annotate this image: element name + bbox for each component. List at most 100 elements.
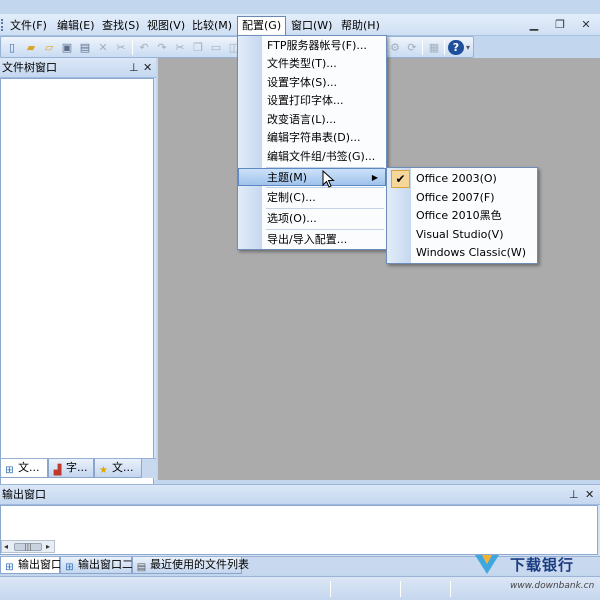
watermark-title: 下载银行 (510, 556, 575, 574)
output-panel-title: 输出窗口 ⊥ ✕ (0, 485, 600, 505)
menu-item-customize[interactable]: 定制(C)... (239, 189, 385, 207)
tab-label: 输出窗口二 (78, 558, 133, 571)
menu-view[interactable]: 视图(V) (143, 17, 189, 34)
menu-item-office-2003[interactable]: ✔ Office 2003(O) (388, 170, 536, 188)
sync-icon[interactable]: ⟳ (404, 40, 420, 55)
toolbar-separator (444, 40, 445, 55)
menu-edit[interactable]: 编辑(E) (53, 17, 99, 34)
menu-window[interactable]: 窗口(W) (287, 17, 336, 34)
toolbar-separator (422, 40, 423, 55)
tab-chars[interactable]: ▟ 字... (48, 459, 94, 478)
tab-recent-files[interactable]: ▤ 最近使用的文件列表 (132, 557, 249, 574)
menu-config[interactable]: 配置(G) (237, 16, 287, 36)
file-tree-view[interactable] (0, 78, 154, 514)
menu-compare[interactable]: 比较(M) (188, 17, 236, 34)
options-icon[interactable]: ▦ (426, 40, 442, 55)
menu-item-ftp-accounts[interactable]: FTP服务器帐号(F)... (239, 37, 385, 55)
toolbar-overflow-icon[interactable]: ▾ (464, 40, 472, 55)
menu-item-label: 编辑文件组/书签(G)... (267, 150, 376, 163)
menu-item-theme[interactable]: 主题(M) ▶ (238, 168, 386, 186)
tab-label: 文... (112, 461, 134, 474)
menu-item-office-2010-black[interactable]: Office 2010黑色 (388, 207, 536, 225)
menu-bar: 文件(F) 编辑(E) 查找(S) 视图(V) 比较(M) 配置(G) 窗口(W… (0, 14, 600, 36)
menu-item-change-language[interactable]: 改变语言(L)... (239, 111, 385, 129)
menu-file[interactable]: 文件(F) (6, 17, 51, 34)
menubar-grip[interactable] (1, 19, 4, 31)
file-tree-panel-title: 文件树窗口 ⊥ ✕ (0, 58, 156, 78)
redo-icon[interactable]: ↷ (154, 40, 170, 55)
pin-icon[interactable]: ⊥ (129, 58, 139, 78)
tab-favorites[interactable]: ★ 文... (94, 459, 142, 478)
menu-item-label: 导出/导入配置... (267, 233, 348, 246)
file-tree-panel: 文件树窗口 ⊥ ✕ (0, 58, 156, 514)
menu-item-label: Visual Studio(V) (416, 228, 504, 241)
minimize-icon[interactable]: ▁ (526, 17, 542, 33)
menu-separator (266, 208, 384, 209)
menu-item-print-font[interactable]: 设置打印字体... (239, 92, 385, 110)
new-folder-icon[interactable]: ▰ (23, 40, 39, 55)
output-icon: ⊞ (5, 562, 14, 573)
close-icon[interactable]: ✕ (143, 58, 152, 78)
tab-label: 输出窗口 (18, 558, 62, 571)
restore-icon[interactable]: ❐ (552, 17, 568, 33)
menu-item-import-export[interactable]: 导出/导入配置... (239, 231, 385, 249)
scrollbar-thumb[interactable]: ||| (14, 543, 42, 551)
close-icon[interactable]: ✕ (585, 485, 594, 505)
delete-icon[interactable]: ✕ (95, 40, 111, 55)
watermark-logo-icon (475, 555, 499, 574)
menu-item-edit-string-table[interactable]: 编辑字符串表(D)... (239, 129, 385, 147)
checkmark-icon: ✔ (391, 170, 410, 188)
new-file-icon[interactable]: ▯ (4, 40, 20, 55)
paste-icon[interactable]: ▭ (208, 40, 224, 55)
output-icon: ⊞ (65, 562, 74, 573)
menu-item-label: 主题(M) (267, 171, 308, 184)
menu-item-options[interactable]: 选项(O)... (239, 210, 385, 228)
tab-file-tree[interactable]: ⊞ 文... (0, 459, 48, 478)
status-separator (450, 581, 451, 597)
watermark-url: www.downbank.cn (510, 581, 595, 591)
theme-submenu: ✔ Office 2003(O) Office 2007(F) Office 20… (386, 167, 538, 264)
help-icon[interactable]: ? (448, 40, 464, 55)
close-icon[interactable]: ✕ (578, 17, 594, 33)
save-icon[interactable]: ▣ (59, 40, 75, 55)
panel-title-text: 输出窗口 (2, 488, 46, 501)
menu-item-file-types[interactable]: 文件类型(T)... (239, 55, 385, 73)
menu-item-label: 设置字体(S)... (267, 76, 338, 89)
menu-item-windows-classic[interactable]: Windows Classic(W) (388, 244, 536, 262)
tab-output-1[interactable]: ⊞ 输出窗口 (0, 557, 62, 574)
undo-icon[interactable]: ↶ (136, 40, 152, 55)
menu-find[interactable]: 查找(S) (98, 17, 144, 34)
filter-icon[interactable]: ⚙ (387, 40, 403, 55)
copy-icon[interactable]: ❐ (190, 40, 206, 55)
menu-item-label: 定制(C)... (267, 191, 316, 204)
menu-item-office-2007[interactable]: Office 2007(F) (388, 189, 536, 207)
status-separator (400, 581, 401, 597)
menu-item-label: Office 2007(F) (416, 191, 495, 204)
menu-item-edit-file-groups[interactable]: 编辑文件组/书签(G)... (239, 148, 385, 166)
config-menu: FTP服务器帐号(F)... 文件类型(T)... 设置字体(S)... 设置打… (237, 35, 387, 250)
menu-item-label: Windows Classic(W) (416, 246, 527, 259)
tab-label: 文... (18, 461, 40, 474)
mdi-window-controls: ▁ ❐ ✕ (516, 17, 596, 33)
toolbar-separator (132, 40, 133, 55)
menu-item-label: 选项(O)... (267, 212, 317, 225)
menu-item-label: 设置打印字体... (267, 94, 344, 107)
cut-icon[interactable]: ✂ (113, 40, 129, 55)
tab-output-2[interactable]: ⊞ 输出窗口二 (60, 557, 133, 574)
save-all-icon[interactable]: ▤ (77, 40, 93, 55)
menu-item-visual-studio[interactable]: Visual Studio(V) (388, 226, 536, 244)
submenu-arrow-icon: ▶ (371, 173, 378, 182)
menu-separator (266, 229, 384, 230)
menu-item-set-font[interactable]: 设置字体(S)... (239, 74, 385, 92)
open-file-icon[interactable]: ▱ (41, 40, 57, 55)
horizontal-scrollbar[interactable]: ◂ ||| ▸ (1, 540, 55, 553)
scissors-icon[interactable]: ✂ (172, 40, 188, 55)
pin-icon[interactable]: ⊥ (569, 485, 579, 505)
scroll-left-icon[interactable]: ◂ (4, 541, 8, 552)
scroll-right-icon[interactable]: ▸ (46, 541, 50, 552)
menu-item-label: 编辑字符串表(D)... (267, 131, 361, 144)
output-text-area[interactable]: ◂ ||| ▸ (0, 505, 598, 555)
file-tree-icon: ⊞ (5, 465, 14, 476)
menu-help[interactable]: 帮助(H) (337, 17, 384, 34)
tab-label: 字... (66, 461, 88, 474)
